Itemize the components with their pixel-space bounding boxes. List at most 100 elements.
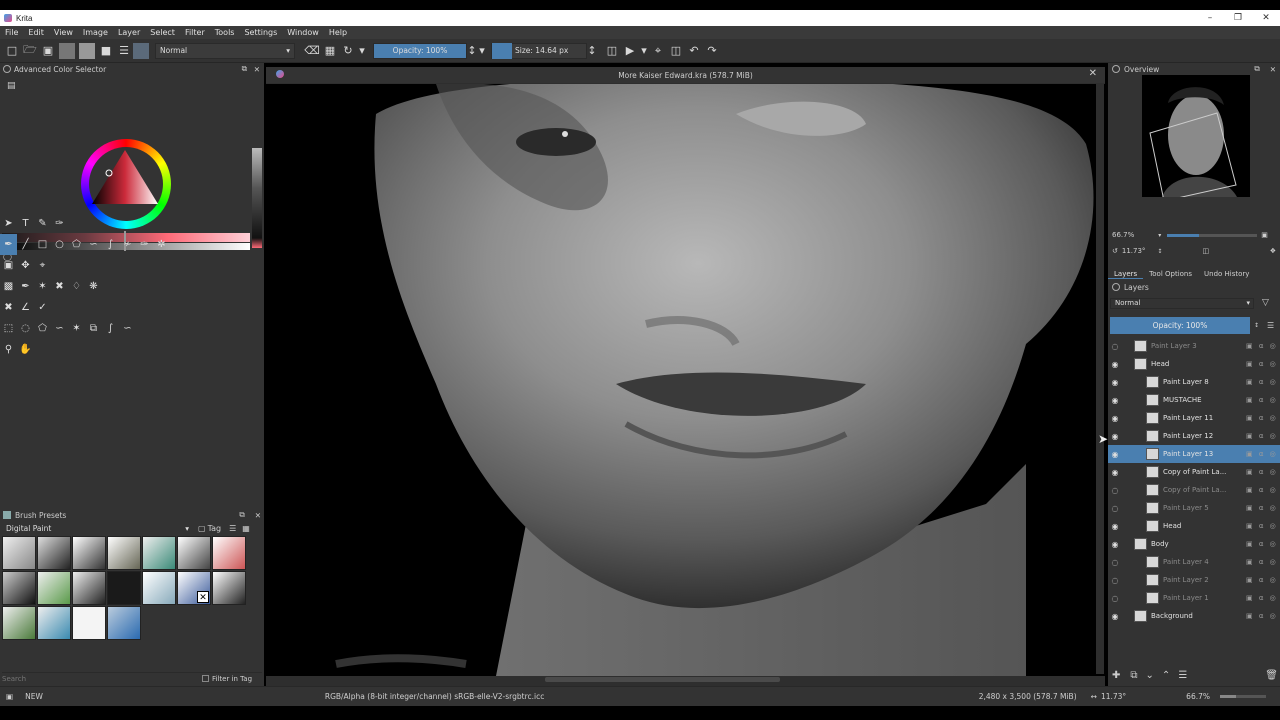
overview-fit-icon[interactable]: ▣	[1261, 231, 1268, 239]
magnetic-select-tool-icon[interactable]: ∽	[119, 318, 136, 339]
zoom-tool-icon[interactable]: ⚲	[0, 339, 17, 360]
remove-brush-icon[interactable]: ✕	[197, 591, 209, 603]
brush-preset-8[interactable]	[2, 571, 36, 605]
menu-select[interactable]: Select	[145, 28, 180, 37]
float-overview-icon[interactable]: ⧉	[1254, 64, 1259, 74]
fg-bg-color-icon[interactable]: ■	[97, 42, 115, 60]
document-tab[interactable]: More Kaiser Edward.kra (578.7 MiB) ✕	[266, 67, 1105, 83]
layer-options-menu-icon[interactable]: ☰	[1267, 321, 1274, 330]
canvas-only-icon[interactable]: ◫	[667, 42, 685, 60]
opacity-spin-icon[interactable]: ↕	[467, 42, 477, 60]
freehand-brush-tool-icon[interactable]: ✒	[0, 234, 17, 255]
freehand-select-tool-icon[interactable]: ∽	[51, 318, 68, 339]
brush-preset-4[interactable]	[107, 536, 141, 570]
visibility-eye-icon[interactable]: ◉	[1108, 522, 1122, 531]
overview-zoom-slider[interactable]	[1167, 233, 1258, 237]
brush-preset-11[interactable]	[107, 571, 141, 605]
transform-tool-icon[interactable]: ▣	[0, 255, 17, 276]
brush-preset-6[interactable]	[177, 536, 211, 570]
polygon-tool-icon[interactable]: ⬠	[68, 234, 85, 255]
ellipse-select-tool-icon[interactable]: ◌	[17, 318, 34, 339]
menu-file[interactable]: File	[0, 28, 23, 37]
visibility-eye-icon[interactable]: ◉	[1108, 450, 1122, 459]
multibrush-tool-icon[interactable]: ✲	[153, 234, 170, 255]
redo-icon[interactable]: ↷	[703, 42, 721, 60]
layer-row[interactable]: ◉ Background ▣ α ◎	[1108, 607, 1280, 625]
undo-icon[interactable]: ↶	[685, 42, 703, 60]
layer-lock-alpha-icons[interactable]: ▣ α ◎	[1246, 360, 1280, 368]
brush-preset-1[interactable]	[2, 536, 36, 570]
layer-lock-alpha-icons[interactable]: ▣ α ◎	[1246, 468, 1280, 476]
brush-preset-10[interactable]	[72, 571, 106, 605]
mirror-vertical-icon[interactable]: ▶	[621, 42, 639, 60]
edit-shapes-tool-icon[interactable]: ✎	[34, 213, 51, 234]
view-mode-icon[interactable]: ☰	[229, 524, 236, 533]
layer-filter-icon[interactable]: ▽	[1262, 298, 1269, 308]
layer-lock-alpha-icons[interactable]: ▣ α ◎	[1246, 486, 1280, 494]
measure-tool-icon[interactable]: ∠	[17, 297, 34, 318]
menu-edit[interactable]: Edit	[23, 28, 49, 37]
visibility-eye-icon[interactable]: ◌	[1108, 342, 1122, 351]
new-document-icon[interactable]: □	[3, 42, 21, 60]
sv-triangle[interactable]	[88, 148, 162, 210]
ellipse-tool-icon[interactable]: ○	[51, 234, 68, 255]
selector-menu-icon[interactable]: ▤	[7, 81, 16, 91]
layer-lock-alpha-icons[interactable]: ▣ α ◎	[1246, 612, 1280, 620]
polyline-tool-icon[interactable]: ∽	[85, 234, 102, 255]
layer-lock-alpha-icons[interactable]: ▣ α ◎	[1246, 450, 1280, 458]
minimize-icon[interactable]: –	[1196, 10, 1224, 26]
import-brush-icon[interactable]: ▦	[242, 524, 250, 533]
visibility-eye-icon[interactable]: ◉	[1108, 396, 1122, 405]
crop-icon[interactable]: ⌖	[649, 42, 667, 60]
contiguous-select-tool-icon[interactable]: ✶	[68, 318, 85, 339]
layer-row[interactable]: ◌ Paint Layer 4 ▣ α ◎	[1108, 553, 1280, 571]
calligraphy-tool-icon[interactable]: ✑	[51, 213, 68, 234]
float-panel-icon[interactable]: ⧉	[242, 64, 247, 74]
assistant-tool-icon[interactable]: ✖	[0, 297, 17, 318]
move-tool-icon[interactable]: ✥	[17, 255, 34, 276]
brush-preset-2[interactable]	[37, 536, 71, 570]
tab-undo-history[interactable]: Undo History	[1198, 270, 1255, 278]
pin-icon[interactable]: ❖	[1270, 247, 1276, 255]
reload-preset-icon[interactable]: ↻	[339, 42, 357, 60]
layer-row[interactable]: ◌ Copy of Paint La... ▣ α ◎	[1108, 481, 1280, 499]
close-panel-icon[interactable]: ✕	[254, 65, 260, 74]
menu-filter[interactable]: Filter	[180, 28, 210, 37]
bezier-tool-icon[interactable]: ∫	[102, 234, 119, 255]
layer-blend-select[interactable]: Normal ▾	[1110, 297, 1254, 309]
status-color-info[interactable]: RGB/Alpha (8-bit integer/channel) sRGB-e…	[325, 692, 544, 701]
tab-layers[interactable]: Layers	[1108, 270, 1144, 279]
visibility-eye-icon[interactable]: ◌	[1108, 504, 1122, 513]
brush-preset-16[interactable]	[37, 606, 71, 640]
gradient-icon[interactable]	[79, 42, 95, 59]
eraser-icon[interactable]: ⌫	[303, 42, 321, 60]
brush-preset-18[interactable]	[107, 606, 141, 640]
menu-tools[interactable]: Tools	[210, 28, 240, 37]
select-shapes-tool-icon[interactable]: ➤	[0, 213, 17, 234]
mirror-dropdown-icon[interactable]: ▾	[639, 42, 649, 60]
brush-preset-12[interactable]	[142, 571, 176, 605]
save-icon[interactable]: ▣	[39, 42, 57, 60]
layer-row[interactable]: ◉ Copy of Paint La... ▣ α ◎	[1108, 463, 1280, 481]
brush-search-input[interactable]	[2, 673, 192, 684]
horizontal-scrollbar[interactable]	[270, 676, 1095, 684]
preserve-alpha-icon[interactable]: ▦	[321, 42, 339, 60]
layer-row[interactable]: ◉ Paint Layer 12 ▣ α ◎	[1108, 427, 1280, 445]
reference-tool-icon[interactable]: ✓	[34, 297, 51, 318]
brush-preset-15[interactable]	[2, 606, 36, 640]
layer-row[interactable]: ◌ Paint Layer 1 ▣ α ◎	[1108, 589, 1280, 607]
vertical-scrollbar[interactable]	[1096, 84, 1104, 674]
status-rotate-icon[interactable]: ↔	[1091, 692, 1097, 701]
pattern-edit-tool-icon[interactable]: ❋	[85, 276, 102, 297]
brush-preset-13[interactable]: ✕	[177, 571, 211, 605]
visibility-eye-icon[interactable]: ◌	[1108, 594, 1122, 603]
gradient-tool-icon[interactable]: ▩	[0, 276, 17, 297]
visibility-eye-icon[interactable]: ◉	[1108, 432, 1122, 441]
brush-preset-9[interactable]	[37, 571, 71, 605]
overview-thumbnail[interactable]	[1142, 75, 1250, 197]
layer-row[interactable]: ◉ Paint Layer 11 ▣ α ◎	[1108, 409, 1280, 427]
visibility-eye-icon[interactable]: ◌	[1108, 486, 1122, 495]
layer-properties-icon[interactable]: ☰	[1178, 670, 1187, 681]
brush-preset-5[interactable]	[142, 536, 176, 570]
color-picker-tool-icon[interactable]: ✒	[17, 276, 34, 297]
